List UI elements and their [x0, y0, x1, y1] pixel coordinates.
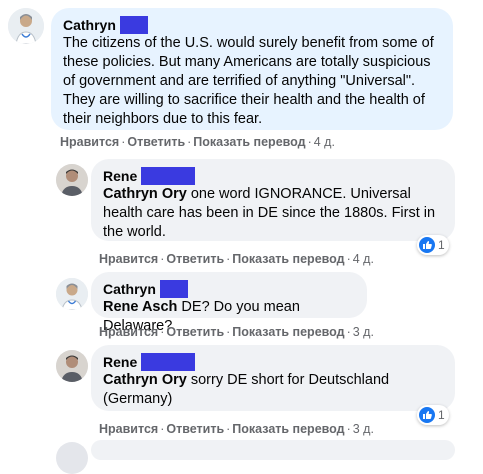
like-link[interactable]: Нравится [99, 325, 158, 339]
reply-link[interactable]: Ответить [166, 422, 224, 436]
separator: · [187, 135, 192, 149]
separator: · [346, 325, 351, 339]
comment-actions-4: Нравится · Ответить · Показать перевод · 3 д. [99, 422, 374, 436]
separator: · [160, 422, 165, 436]
separator: · [160, 325, 165, 339]
separator: · [226, 252, 231, 266]
comment-actions-2: Нравится · Ответить · Показать перевод · 4 д. [99, 252, 374, 266]
like-link[interactable]: Нравится [99, 252, 158, 266]
redacted-surname [119, 16, 148, 34]
separator: · [226, 325, 231, 339]
comment-author[interactable]: Rene [103, 353, 137, 371]
timestamp[interactable]: 4 д. [314, 135, 335, 149]
translate-link[interactable]: Показать перевод [232, 422, 344, 436]
separator: · [346, 422, 351, 436]
comment-actions-3: Нравится · Ответить · Показать перевод · 3 д. [99, 325, 374, 339]
redacted-surname [141, 167, 196, 185]
separator: · [121, 135, 126, 149]
reaction-badge[interactable]: 1 [417, 405, 449, 425]
like-link[interactable]: Нравится [99, 422, 158, 436]
avatar-cathryn[interactable] [56, 278, 88, 310]
redacted-surname [141, 353, 196, 371]
translate-link[interactable]: Показать перевод [232, 325, 344, 339]
thumbs-up-icon [419, 407, 435, 423]
comment-actions-1: Нравится · Ответить · Показать перевод · 4 д. [60, 135, 335, 149]
mention-link[interactable]: Cathryn Ory [103, 186, 187, 202]
separator: · [160, 252, 165, 266]
timestamp[interactable]: 4 д. [353, 252, 374, 266]
mention-link[interactable]: Rene Asch [103, 299, 177, 315]
comment-bubble-partial [91, 440, 455, 460]
timestamp[interactable]: 3 д. [353, 422, 374, 436]
reply-link[interactable]: Ответить [166, 252, 224, 266]
mention-link[interactable]: Cathryn Ory [103, 372, 187, 388]
profile-photo-icon [56, 350, 88, 382]
profile-photo-icon [56, 164, 88, 196]
thumbs-up-icon [419, 237, 435, 253]
comment-author[interactable]: Cathryn [63, 16, 116, 34]
avatar-cathryn[interactable] [8, 8, 44, 44]
like-link[interactable]: Нравится [60, 135, 119, 149]
reply-link[interactable]: Ответить [166, 325, 224, 339]
doctor-avatar-icon [8, 8, 44, 44]
comment-author[interactable]: Cathryn [103, 280, 156, 298]
doctor-avatar-icon [56, 278, 88, 310]
avatar-rene[interactable] [56, 164, 88, 196]
timestamp[interactable]: 3 д. [353, 325, 374, 339]
comment-bubble-1: Cathryn The citizens of the U.S. would s… [51, 8, 453, 130]
avatar-rene[interactable] [56, 350, 88, 382]
reaction-badge[interactable]: 1 [417, 235, 449, 255]
translate-link[interactable]: Показать перевод [193, 135, 305, 149]
separator: · [307, 135, 312, 149]
comment-text: The citizens of the U.S. would surely be… [63, 35, 434, 127]
comment-bubble-3: Cathryn Rene Asch DE? Do you mean Delawa… [91, 272, 367, 334]
separator: · [226, 422, 231, 436]
translate-link[interactable]: Показать перевод [232, 252, 344, 266]
reaction-count: 1 [438, 408, 445, 422]
comment-bubble-2: Rene Cathryn Ory one word IGNORANCE. Uni… [91, 159, 455, 241]
comment-bubble-4: Rene Cathryn Ory sorry DE short for Deut… [91, 345, 455, 411]
redacted-surname [159, 280, 188, 298]
separator: · [346, 252, 351, 266]
reaction-count: 1 [438, 238, 445, 252]
comment-author[interactable]: Rene [103, 167, 137, 185]
reply-link[interactable]: Ответить [127, 135, 185, 149]
